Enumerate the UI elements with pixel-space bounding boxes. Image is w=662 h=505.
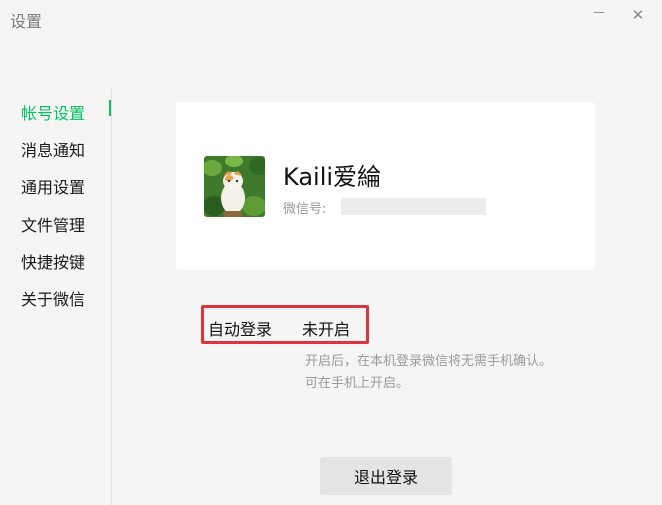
close-button[interactable]: ✕ xyxy=(626,4,650,26)
sidebar-item-general[interactable]: 通用设置 xyxy=(21,174,85,198)
cat-avatar-icon xyxy=(204,156,265,217)
wechat-id-label: 微信号: xyxy=(283,202,327,217)
sidebar-item-shortcuts[interactable]: 快捷按键 xyxy=(21,249,85,273)
sidebar-item-notifications[interactable]: 消息通知 xyxy=(21,137,85,161)
sidebar-divider xyxy=(111,88,112,505)
auto-login-hint-line1: 开启后，在本机登录微信将无需手机确认。 xyxy=(305,354,553,369)
profile-card: Kaili爱綸 微信号: xyxy=(176,102,595,270)
sidebar-item-files[interactable]: 文件管理 xyxy=(21,212,85,236)
avatar[interactable] xyxy=(204,156,265,217)
profile-nickname: Kaili爱綸 xyxy=(283,163,382,191)
sidebar-item-about[interactable]: 关于微信 xyxy=(21,286,85,310)
auto-login-hint-line2: 可在手机上开启。 xyxy=(305,376,410,391)
close-icon: ✕ xyxy=(631,6,645,24)
minimize-button[interactable] xyxy=(587,4,611,26)
auto-login-label: 自动登录 xyxy=(208,320,273,339)
sidebar-item-account[interactable]: 帐号设置 xyxy=(21,100,85,124)
window-title: 设置 xyxy=(10,12,43,31)
minimize-icon xyxy=(594,11,604,13)
logout-button[interactable]: 退出登录 xyxy=(320,457,452,495)
auto-login-status[interactable]: 未开启 xyxy=(302,316,350,340)
wechat-id-value xyxy=(341,198,486,215)
auto-login-row: 自动登录 未开启 xyxy=(201,305,369,344)
